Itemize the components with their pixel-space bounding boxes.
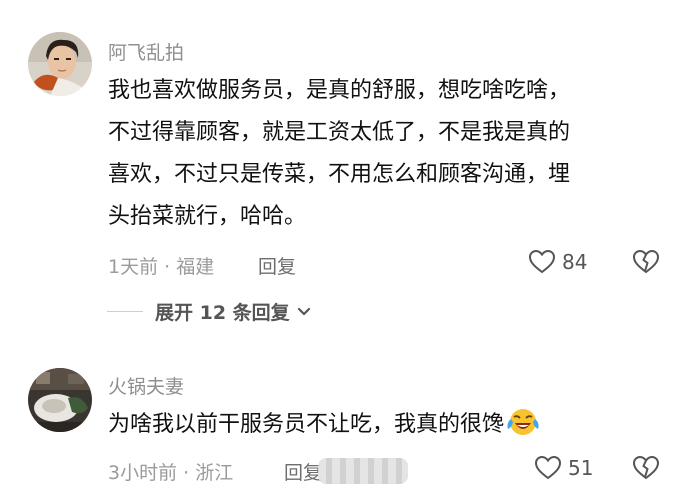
dislike-button[interactable] bbox=[632, 455, 660, 485]
comment-item: 火锅夫妻 为啥我以前干服务员不让吃，我真的很馋 3小时前 · 浙江 回复 51 bbox=[0, 0, 690, 496]
crying-laughing-emoji bbox=[506, 407, 540, 452]
reply-button[interactable]: 回复 bbox=[284, 458, 322, 485]
comment-line-text: 为啥我以前干服务员不让吃，我真的很馋 bbox=[108, 412, 505, 437]
comment-body: 为啥我以前干服务员不让吃，我真的很馋 bbox=[108, 404, 668, 452]
like-count: 51 bbox=[568, 456, 594, 480]
comment-author[interactable]: 火锅夫妻 bbox=[108, 372, 184, 399]
comment-line: 为啥我以前干服务员不让吃，我真的很馋 bbox=[108, 404, 668, 452]
avatar[interactable] bbox=[28, 368, 92, 432]
blurred-overlay bbox=[318, 458, 408, 484]
heart-outline-icon bbox=[534, 455, 562, 480]
comment-meta: 3小时前 · 浙江 bbox=[108, 462, 234, 484]
broken-heart-icon bbox=[632, 455, 660, 480]
like-button[interactable]: 51 bbox=[534, 455, 593, 481]
